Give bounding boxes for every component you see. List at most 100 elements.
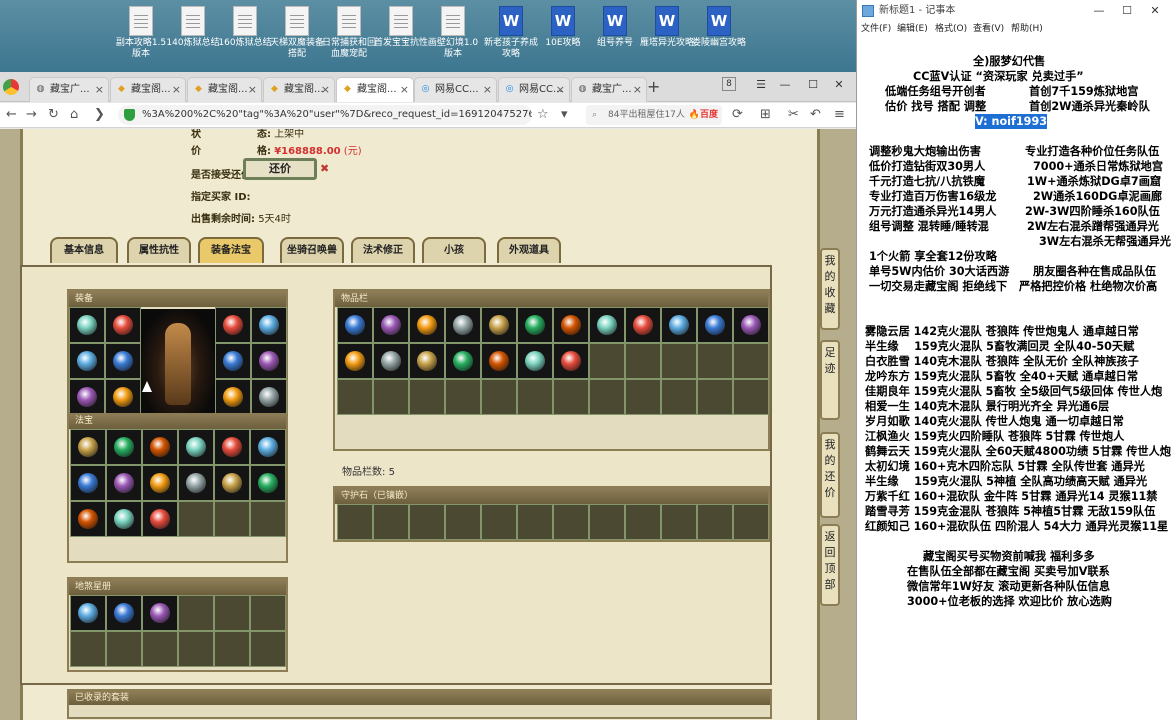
item-slot[interactable] [481, 379, 517, 415]
grid-icon[interactable]: ⊞ [760, 106, 771, 124]
item-slot[interactable] [661, 504, 697, 540]
item-slot[interactable] [589, 343, 625, 379]
item-slot[interactable] [106, 465, 142, 501]
item-slot[interactable] [553, 307, 589, 343]
item-slot[interactable] [445, 379, 481, 415]
item-slot[interactable] [142, 501, 178, 537]
game-tab[interactable]: 基本信息 [50, 237, 118, 263]
item-slot[interactable] [250, 595, 286, 631]
desktop-icon[interactable]: 画壁幻境1.0版本 [426, 6, 480, 60]
item-slot[interactable] [70, 429, 106, 465]
item-slot[interactable] [142, 631, 178, 667]
menu-icon[interactable]: ☰ [752, 73, 770, 97]
notepad-menu-item[interactable]: 文件(F) [861, 22, 891, 36]
item-slot[interactable] [178, 429, 214, 465]
item-slot[interactable] [70, 595, 106, 631]
item-slot[interactable] [373, 307, 409, 343]
item-slot[interactable] [553, 343, 589, 379]
tab-close-icon[interactable]: × [321, 78, 330, 101]
item-slot[interactable] [445, 504, 481, 540]
desktop-icon[interactable]: W 新老孩子养成攻略 [484, 6, 538, 60]
browser-tab[interactable]: ◆ 藏宝阁... × [187, 77, 262, 102]
game-tab[interactable]: 小孩 [422, 237, 486, 263]
item-slot[interactable] [142, 595, 178, 631]
item-slot[interactable] [517, 343, 553, 379]
item-slot[interactable] [251, 307, 287, 343]
tab-close-icon[interactable]: × [248, 78, 257, 101]
browser-tab[interactable]: ◎ 网易CC... × [498, 77, 570, 102]
desktop-icon[interactable]: 首发宝宝抗性 [374, 6, 428, 49]
close-icon[interactable]: ✕ [830, 73, 848, 97]
item-slot[interactable] [70, 631, 106, 667]
side-button[interactable]: 我的收藏 [820, 248, 840, 330]
item-slot[interactable] [251, 379, 287, 415]
game-tab[interactable]: 外观道具 [497, 237, 561, 263]
browser-tab[interactable]: ◆ 藏宝阁... × [263, 77, 335, 102]
sync-icon[interactable]: ⟳ [732, 106, 743, 124]
notepad-menu-item[interactable]: 编辑(E) [897, 22, 928, 36]
item-slot[interactable] [215, 343, 251, 379]
home-icon[interactable]: ⌂ [70, 106, 78, 124]
item-slot[interactable] [409, 343, 445, 379]
item-slot[interactable] [589, 379, 625, 415]
item-slot[interactable] [625, 379, 661, 415]
side-button[interactable]: 我的还价 [820, 432, 840, 518]
notepad-menu-item[interactable]: 查看(V) [973, 22, 1004, 36]
item-slot[interactable] [733, 379, 769, 415]
item-slot[interactable] [106, 501, 142, 537]
notepad-minimize-icon[interactable]: — [1087, 0, 1111, 22]
desktop-icon[interactable]: 160炼狱总结 [218, 6, 272, 49]
tab-close-icon[interactable]: × [95, 78, 104, 101]
tab-close-icon[interactable]: × [556, 78, 565, 101]
desktop-icon[interactable]: W 雁塔异光攻略 [640, 6, 694, 49]
item-slot[interactable] [589, 504, 625, 540]
item-slot[interactable] [445, 343, 481, 379]
item-slot[interactable] [70, 501, 106, 537]
item-slot[interactable] [214, 465, 250, 501]
item-slot[interactable] [142, 465, 178, 501]
dropdown-icon[interactable]: ▾ [561, 106, 568, 124]
item-slot[interactable] [625, 343, 661, 379]
item-slot[interactable] [70, 465, 106, 501]
refresh-icon[interactable]: ↻ [48, 106, 59, 124]
item-slot[interactable] [214, 501, 250, 537]
notepad-text-area[interactable]: 全)服梦幻代售 CC蓝V认证 “资深玩家 兑卖过手” 低端任务组号开创者 首创7千15… [857, 38, 1174, 720]
item-slot[interactable] [106, 429, 142, 465]
side-button[interactable]: 足迹 [820, 340, 840, 420]
tab-count-badge[interactable]: 8 [722, 77, 736, 91]
scissors-icon[interactable]: ✂ [788, 106, 799, 124]
item-slot[interactable] [178, 501, 214, 537]
forward-icon[interactable]: → [26, 106, 37, 124]
browser-tab[interactable]: ◍ 藏宝广... × [571, 77, 647, 102]
item-slot[interactable] [337, 307, 373, 343]
item-slot[interactable] [553, 379, 589, 415]
undo-icon[interactable]: ↶ [810, 106, 821, 124]
item-slot[interactable] [106, 595, 142, 631]
item-slot[interactable] [373, 343, 409, 379]
item-slot[interactable] [409, 504, 445, 540]
item-slot[interactable] [337, 379, 373, 415]
maximize-icon[interactable]: ☐ [804, 73, 822, 97]
tab-close-icon[interactable]: × [633, 78, 642, 101]
notepad-menu-item[interactable]: 帮助(H) [1011, 22, 1043, 36]
collapse-icon[interactable]: ❯ [94, 106, 105, 124]
game-tab[interactable]: 坐骑召唤兽 [280, 237, 344, 263]
item-slot[interactable] [589, 307, 625, 343]
item-slot[interactable] [178, 595, 214, 631]
item-slot[interactable] [733, 343, 769, 379]
item-slot[interactable] [373, 379, 409, 415]
more-icon[interactable]: ≡ [834, 106, 845, 124]
browser-tab[interactable]: ◍ 藏宝广... × [29, 77, 109, 102]
item-slot[interactable] [214, 429, 250, 465]
desktop-icon[interactable]: 140炼狱总结 [166, 6, 220, 49]
item-slot[interactable] [250, 429, 286, 465]
item-slot[interactable] [337, 504, 373, 540]
url-input[interactable]: %3A%200%2C%20"tag"%3A%20"user"%7D&reco_r… [118, 105, 532, 125]
browser-logo-icon[interactable] [3, 79, 19, 95]
item-slot[interactable] [733, 307, 769, 343]
browser-tab[interactable]: ◎ 网易CC... × [414, 77, 497, 102]
item-slot[interactable] [661, 307, 697, 343]
counter-offer-close-icon[interactable]: ✖ [320, 162, 329, 175]
item-slot[interactable] [178, 465, 214, 501]
item-slot[interactable] [625, 307, 661, 343]
